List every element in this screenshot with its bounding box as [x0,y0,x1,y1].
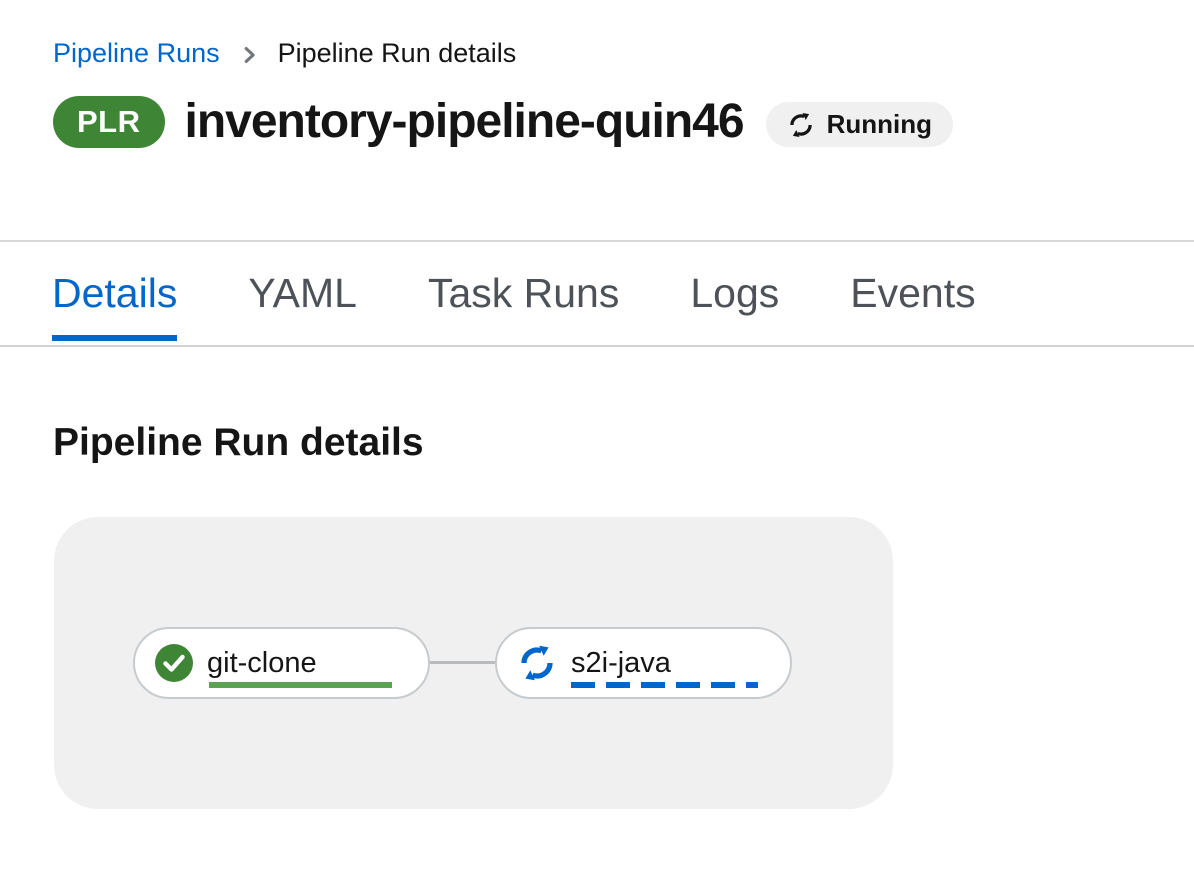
tab-logs[interactable]: Logs [690,242,779,345]
task-progress-bar-running [571,682,758,688]
breadcrumb-current-page: Pipeline Run details [278,38,517,69]
status-label: Running [827,109,932,140]
tab-events[interactable]: Events [850,242,975,345]
pipeline-visualization-panel: git-clone s2i-java [54,517,893,809]
breadcrumb-link-pipeline-runs[interactable]: Pipeline Runs [53,38,220,69]
tab-details[interactable]: Details [52,242,177,345]
task-node-git-clone[interactable]: git-clone [133,627,430,699]
status-badge: Running [766,102,953,147]
in-progress-icon [517,643,557,683]
tab-bar: Details YAML Task Runs Logs Events [0,240,1194,347]
chevron-right-icon [238,44,260,66]
task-label: s2i-java [571,647,671,680]
task-connector-line [428,661,497,664]
task-label: git-clone [207,647,317,680]
task-progress-bar-succeeded [209,682,392,688]
section-heading: Pipeline Run details [53,421,1194,465]
breadcrumb: Pipeline Runs Pipeline Run details [0,0,1194,69]
resource-kind-badge: PLR [53,96,165,148]
pipeline-run-details-page: Pipeline Runs Pipeline Run details PLR i… [0,0,1194,882]
tab-yaml[interactable]: YAML [248,242,357,345]
check-circle-icon [155,644,193,682]
tab-task-runs[interactable]: Task Runs [428,242,619,345]
task-node-s2i-java[interactable]: s2i-java [495,627,792,699]
page-title: inventory-pipeline-quin46 [185,94,744,149]
sync-icon [787,111,815,139]
page-header: PLR inventory-pipeline-quin46 Running [53,94,1194,149]
